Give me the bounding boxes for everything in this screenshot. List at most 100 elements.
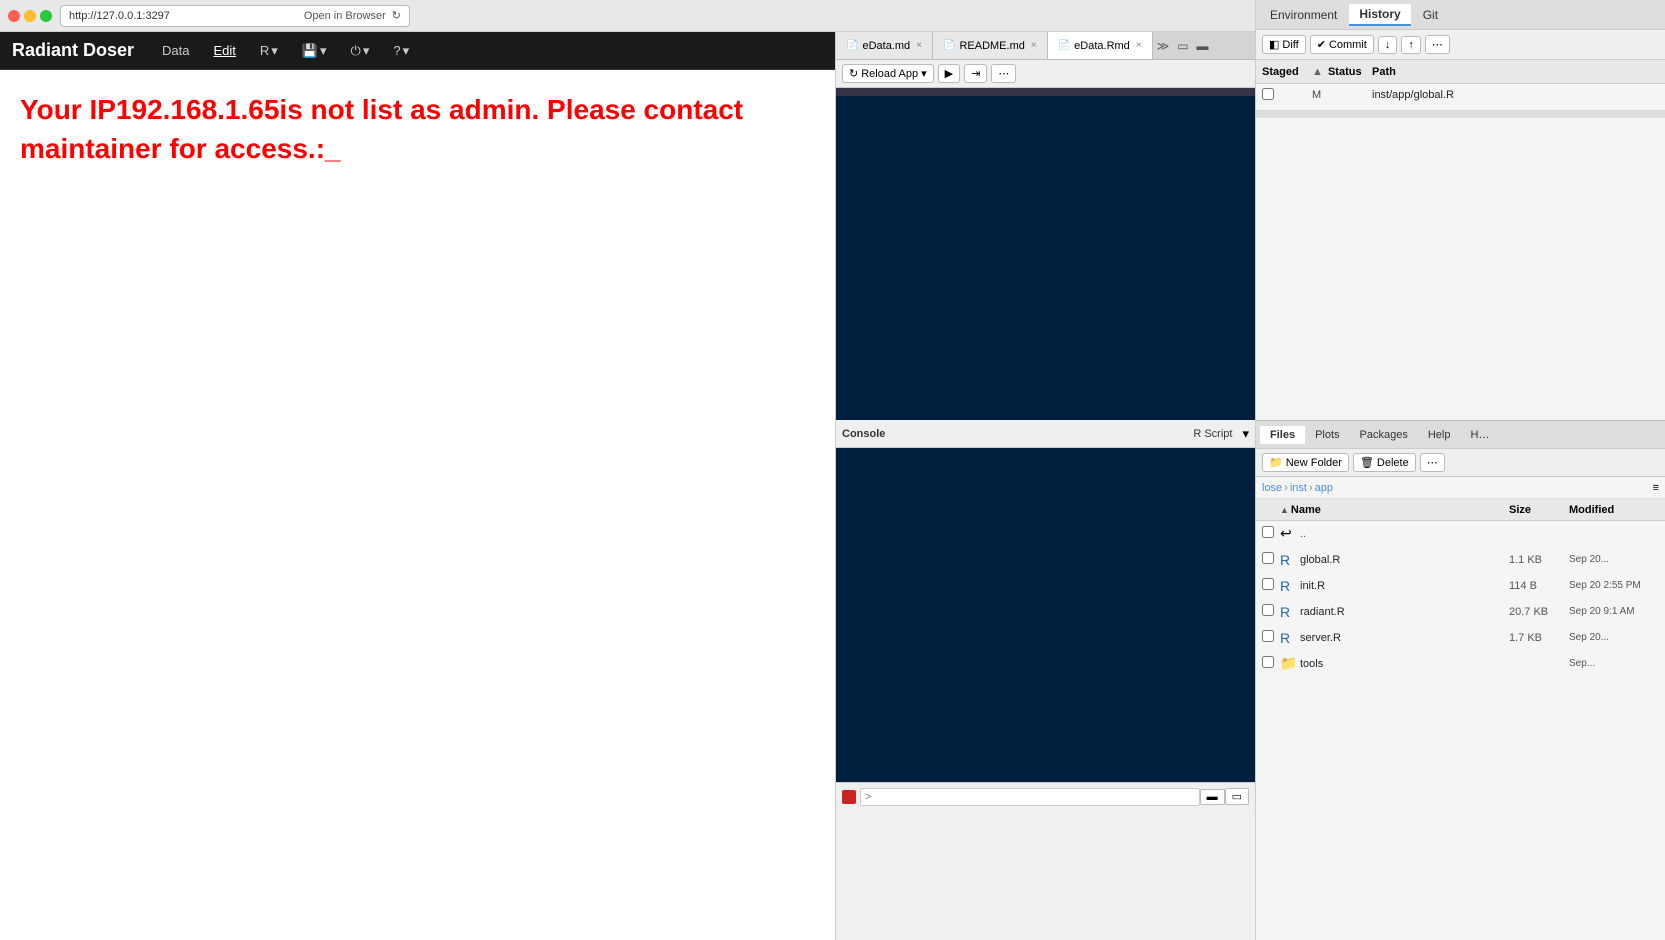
file-mod-server: Sep 20...: [1569, 632, 1659, 643]
tab-close-rmd[interactable]: ×: [1136, 40, 1142, 51]
editor-scrollbar[interactable]: [836, 88, 1255, 96]
error-line1: Your IP192.168.1.65is not list as admin.…: [20, 94, 743, 125]
url-bar[interactable]: http://127.0.0.1:3297 Open in Browser ↻: [60, 5, 410, 27]
console-minimize-btn[interactable]: ▬: [1200, 789, 1225, 805]
tab-close-edata-md[interactable]: ×: [916, 40, 922, 51]
name-sort-icon[interactable]: ▲: [1280, 505, 1289, 515]
breadcrumb-sep1: ›: [1284, 482, 1288, 494]
breadcrumb-lose[interactable]: lose: [1262, 482, 1282, 494]
nav-r[interactable]: R ▾: [252, 41, 286, 61]
more-button[interactable]: ⋯: [1420, 453, 1445, 472]
files-tab-help[interactable]: Help: [1418, 426, 1461, 444]
tab-edata-md[interactable]: 📄 eData.md ×: [836, 32, 933, 59]
file-check-parent[interactable]: [1262, 526, 1280, 541]
breadcrumb-more[interactable]: ≡: [1653, 482, 1659, 494]
editor-tabs-row: 📄 eData.md × 📄 README.md × 📄 eData.Rmd ×…: [836, 32, 1255, 60]
delete-button[interactable]: 🗑 Delete: [1353, 453, 1416, 472]
git-more-button[interactable]: ⋯: [1425, 35, 1450, 54]
file-check-radiant[interactable]: [1262, 604, 1280, 619]
file-name-parent: ..: [1300, 528, 1509, 540]
error-line2: maintainer for access.:_: [20, 133, 341, 164]
file-check-init[interactable]: [1262, 578, 1280, 593]
status-sort-icon[interactable]: ▲: [1312, 66, 1323, 78]
new-folder-label: New Folder: [1286, 457, 1342, 469]
file-row-parent[interactable]: ↩ ..: [1256, 521, 1665, 547]
editor-code-area[interactable]: [836, 88, 1255, 420]
tab-close-readme[interactable]: ×: [1031, 40, 1037, 51]
files-col-headers: ▲ Name Size Modified: [1256, 499, 1665, 521]
col-size-header: Size: [1509, 504, 1569, 516]
files-tab-plots[interactable]: Plots: [1305, 426, 1349, 444]
nav-edit[interactable]: Edit: [206, 41, 244, 60]
file-size-global: 1.1 KB: [1509, 554, 1569, 566]
reload-app-button[interactable]: ↻ Reload App ▾: [842, 64, 934, 83]
nav-save[interactable]: 💾 ▾: [294, 41, 335, 61]
reload-icon[interactable]: ↻: [392, 9, 401, 22]
file-icon-rmd: 📄: [1058, 40, 1070, 51]
commit-button[interactable]: ✔ Commit: [1310, 35, 1374, 54]
diff-button[interactable]: ◧ Diff: [1262, 35, 1306, 54]
git-tab-git[interactable]: Git: [1413, 5, 1448, 25]
files-tab-more[interactable]: H…: [1460, 426, 1499, 444]
editor-more-button[interactable]: ⋯: [991, 64, 1016, 83]
minimize-dot[interactable]: [24, 10, 36, 22]
console-toolbar: Console R Script ▾: [836, 420, 1255, 448]
file-row-initr[interactable]: R init.R 114 B Sep 20 2:55 PM: [1256, 573, 1665, 599]
reload-app-icon: ↻: [849, 67, 858, 80]
file-row-globalr[interactable]: R global.R 1.1 KB Sep 20...: [1256, 547, 1665, 573]
nav-power[interactable]: ⏻ ▾: [343, 41, 378, 61]
close-dot[interactable]: [8, 10, 20, 22]
tab-readme-md[interactable]: 📄 README.md ×: [933, 32, 1048, 59]
script-type-label: R Script: [1187, 426, 1238, 442]
git-tab-history[interactable]: History: [1349, 4, 1410, 26]
editor-run-button[interactable]: ▶: [938, 64, 960, 83]
nav-data[interactable]: Data: [154, 41, 197, 60]
files-panel: Files Plots Packages Help H… 📁 New Folde…: [1255, 420, 1665, 940]
files-breadcrumb: lose › inst › app ≡: [1256, 477, 1665, 499]
new-folder-button[interactable]: 📁 New Folder: [1262, 453, 1349, 472]
commit-label: Commit: [1329, 39, 1367, 51]
git-pull-button[interactable]: ↓: [1378, 36, 1398, 54]
git-push-button[interactable]: ↑: [1401, 36, 1421, 54]
open-in-browser-link[interactable]: Open in Browser: [304, 10, 386, 22]
app-logo: Radiant Doser: [12, 40, 134, 61]
git-tab-environment[interactable]: Environment: [1260, 5, 1347, 25]
file-name-radiant: radiant.R: [1300, 606, 1509, 618]
commit-icon: ✔: [1317, 38, 1326, 51]
file-row-tools[interactable]: 📁 tools Sep...: [1256, 651, 1665, 677]
nav-power-chevron: ▾: [363, 43, 370, 59]
maximize-dot[interactable]: [40, 10, 52, 22]
breadcrumb-inst[interactable]: inst: [1290, 482, 1307, 494]
file-check-server[interactable]: [1262, 630, 1280, 645]
file-name-tools: tools: [1300, 658, 1509, 670]
file-mod-global: Sep 20...: [1569, 554, 1659, 565]
file-check-global[interactable]: [1262, 552, 1280, 567]
console-maximize-btn[interactable]: ▭: [1225, 788, 1249, 805]
git-status-value: M: [1312, 89, 1372, 101]
git-scrollbar[interactable]: [1256, 110, 1665, 118]
tab-edata-rmd[interactable]: 📄 eData.Rmd ×: [1048, 32, 1153, 59]
file-row-radiantr[interactable]: R radiant.R 20.7 KB Sep 20 9:1 AM: [1256, 599, 1665, 625]
file-check-tools[interactable]: [1262, 656, 1280, 671]
diff-label: Diff: [1282, 39, 1298, 51]
files-panel-tabs: Files Plots Packages Help H…: [1256, 421, 1665, 449]
nav-help[interactable]: ? ▾: [385, 41, 417, 61]
git-col-headers: Staged ▲ Status Path: [1256, 60, 1665, 84]
col-name-header: ▲ Name: [1280, 504, 1509, 516]
stop-button[interactable]: [842, 790, 856, 804]
folder-up-icon: ↩: [1280, 525, 1300, 542]
tab-minimize-btn[interactable]: ▬: [1193, 37, 1213, 55]
tab-overflow-btn[interactable]: ≫: [1153, 37, 1174, 55]
tab-expand-btn[interactable]: ▭: [1173, 37, 1192, 55]
col-size-label: Size: [1509, 504, 1531, 516]
file-row-serverr[interactable]: R server.R 1.7 KB Sep 20...: [1256, 625, 1665, 651]
git-staged-checkbox[interactable]: [1262, 88, 1312, 103]
editor-source-button[interactable]: ⇥: [964, 64, 987, 83]
files-tab-packages[interactable]: Packages: [1350, 426, 1418, 444]
file-mod-tools: Sep...: [1569, 658, 1659, 669]
git-file-row[interactable]: M inst/app/global.R: [1256, 84, 1665, 106]
breadcrumb-app[interactable]: app: [1315, 482, 1333, 494]
col-status-header: ▲ Status: [1312, 66, 1372, 78]
files-tab-files[interactable]: Files: [1260, 426, 1305, 444]
console-input[interactable]: [860, 788, 1200, 806]
